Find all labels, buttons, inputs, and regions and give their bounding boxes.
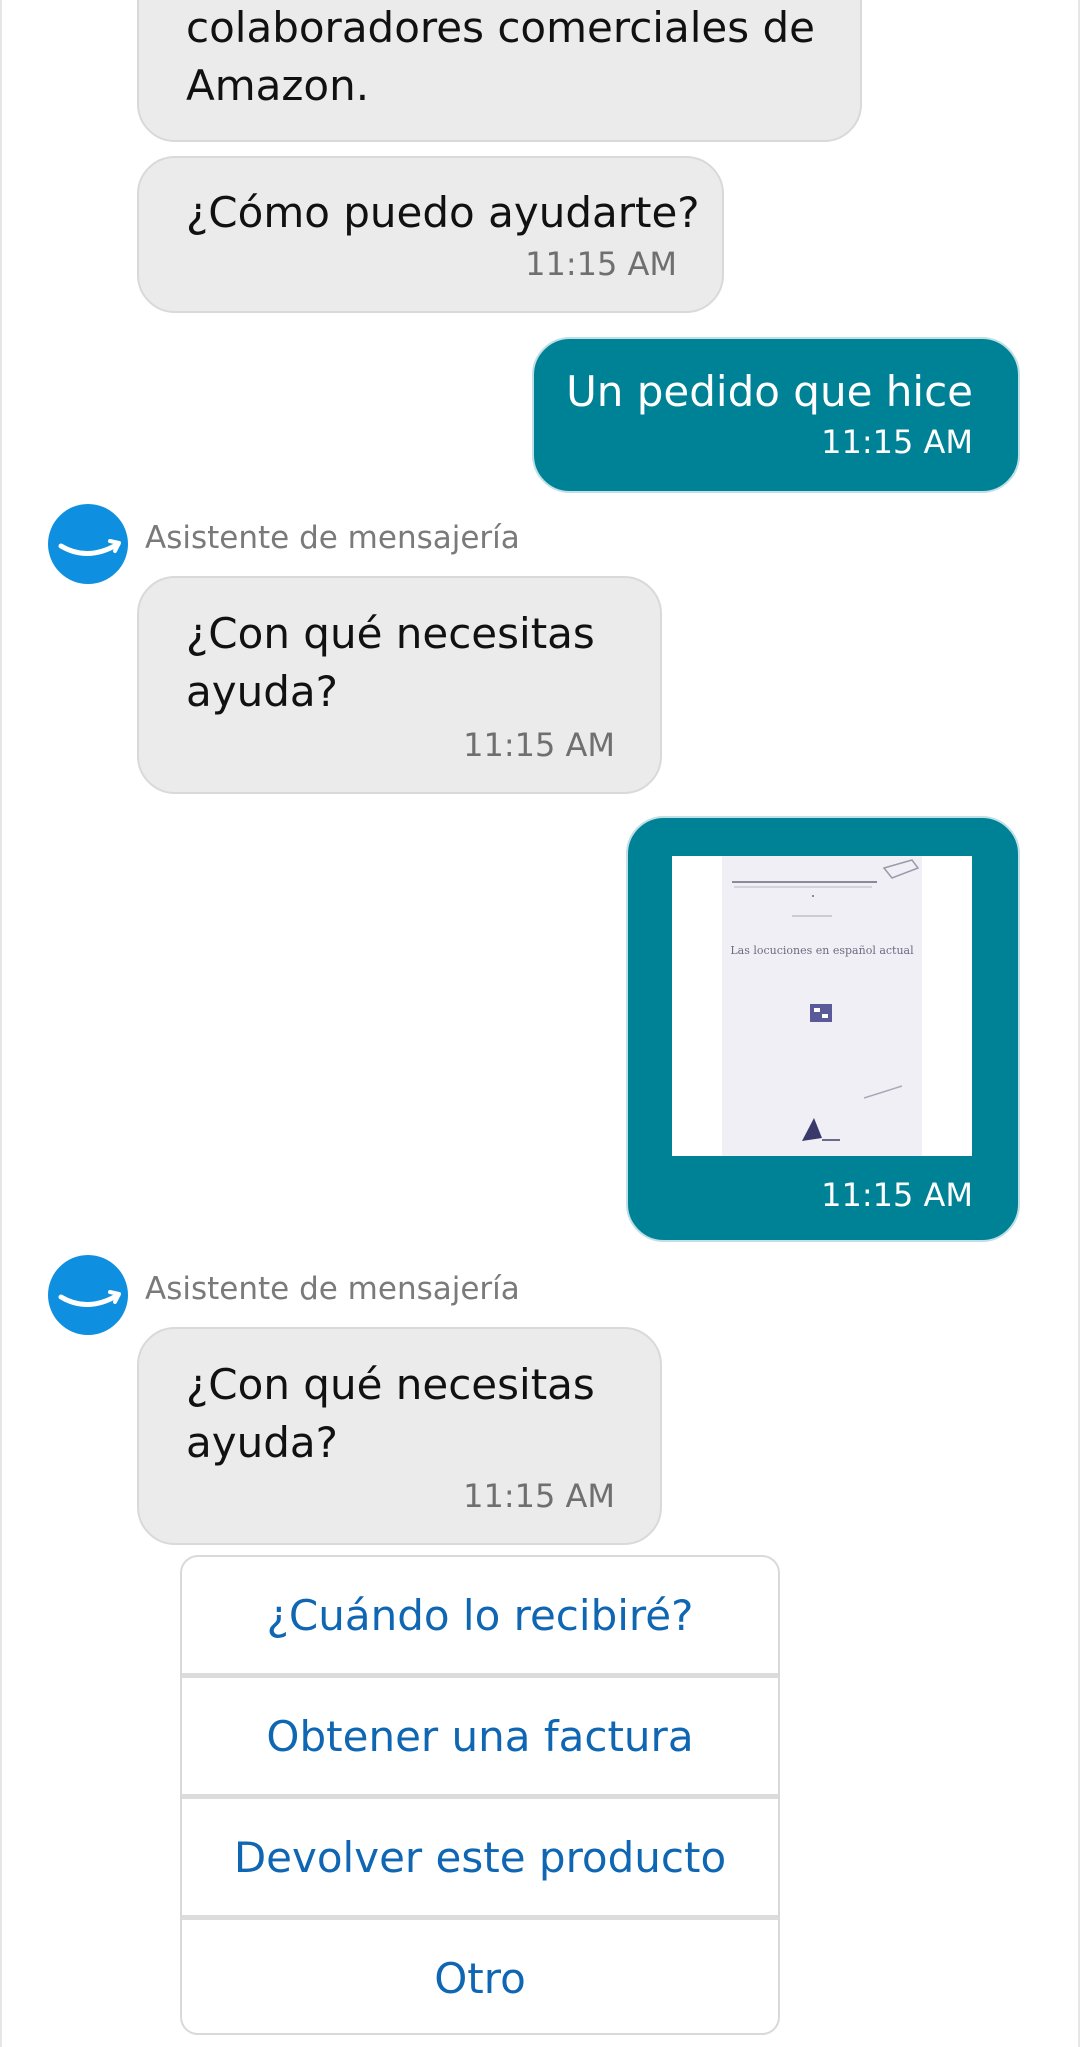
quick-reply-options: ¿Cuándo lo recibiré? Obtener una factura… — [180, 1555, 780, 2035]
message-timestamp: 11:15 AM — [463, 726, 615, 764]
message-text: Un pedido que hice — [566, 367, 973, 416]
quick-reply-return-product[interactable]: Devolver este producto — [182, 1799, 778, 1915]
quick-reply-get-invoice[interactable]: Obtener una factura — [182, 1678, 778, 1794]
assistant-avatar — [48, 504, 128, 584]
incoming-message-bubble: ¿Con qué necesitas ayuda? 11:15 AM — [137, 1327, 662, 1545]
quick-reply-other[interactable]: Otro — [182, 1920, 778, 2033]
left-frame-line — [0, 0, 2, 2047]
message-text: ¿Cómo puedo ayudarte? — [186, 188, 700, 237]
message-line: ayuda? — [186, 1418, 338, 1467]
message-line: ¿Con qué necesitas — [186, 609, 595, 658]
incoming-message-bubble: colaboradores comerciales de Amazon. — [137, 0, 862, 142]
message-timestamp: 11:15 AM — [821, 423, 973, 461]
message-timestamp: 11:15 AM — [463, 1477, 615, 1515]
message-timestamp: 11:15 AM — [525, 245, 677, 283]
outgoing-image-message: Las locuciones en español actual 11:15 A… — [626, 816, 1020, 1242]
book-cover-title: Las locuciones en español actual — [730, 944, 914, 957]
sender-name: Asistente de mensajería — [145, 1271, 520, 1307]
message-line: ¿Con qué necesitas — [186, 1360, 595, 1409]
assistant-avatar — [48, 1255, 128, 1335]
incoming-message-bubble: ¿Con qué necesitas ayuda? 11:15 AM — [137, 576, 662, 794]
book-cover-image: Las locuciones en español actual — [672, 856, 972, 1156]
book-cover-thumbnail[interactable]: Las locuciones en español actual — [672, 856, 972, 1156]
amazon-smile-icon — [58, 539, 121, 556]
incoming-message-bubble: ¿Cómo puedo ayudarte? 11:15 AM — [137, 156, 724, 313]
quick-reply-when-delivered[interactable]: ¿Cuándo lo recibiré? — [182, 1557, 778, 1673]
message-timestamp: 11:15 AM — [821, 1176, 973, 1214]
message-line: Amazon. — [186, 61, 370, 110]
message-line: ayuda? — [186, 667, 338, 716]
outgoing-message-bubble: Un pedido que hice 11:15 AM — [532, 337, 1020, 493]
amazon-smile-icon — [58, 1290, 121, 1307]
message-line: colaboradores comerciales de — [186, 3, 815, 52]
sender-name: Asistente de mensajería — [145, 520, 520, 556]
